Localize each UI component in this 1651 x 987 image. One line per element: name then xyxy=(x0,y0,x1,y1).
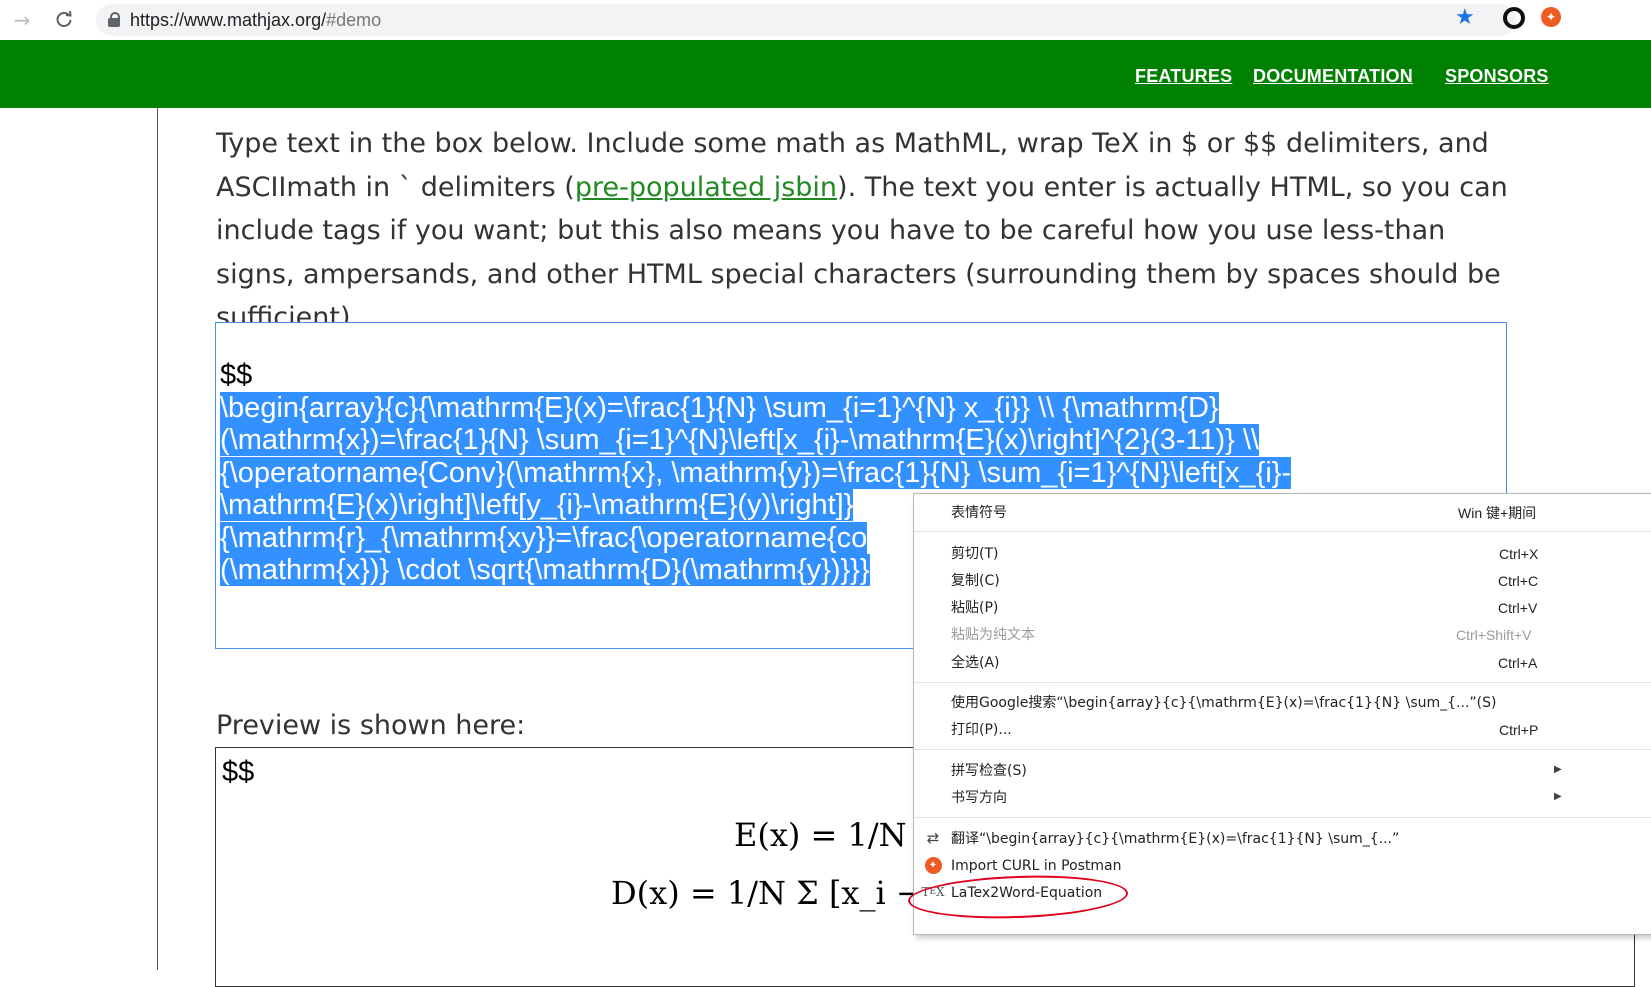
menu-item-postman[interactable]: Import CURL in Postman xyxy=(951,855,1122,877)
menu-item-writing-direction[interactable]: 书写方向 xyxy=(951,787,1007,809)
shortcut-cut: Ctrl+X xyxy=(1499,546,1539,562)
equation-expectation: E(x) = 1/N Σ xyxy=(734,816,940,854)
lock-icon xyxy=(108,12,120,27)
menu-separator xyxy=(914,682,1651,683)
menu-item-translate[interactable]: 翻译“\begin{array}{c}{\mathrm{E}(x)=\frac{… xyxy=(951,828,1399,850)
site-header: FEATURES DOCUMENTATION SPONSORS xyxy=(0,40,1651,108)
browser-toolbar: → https://www.mathjax.org/#demo ★ ✦ xyxy=(0,0,1651,41)
nav-features-link[interactable]: FEATURES xyxy=(1135,66,1232,87)
translate-icon: ⇄ xyxy=(926,829,940,847)
selected-line: (\mathrm{x})} \cdot \sqrt{\mathrm{D}(\ma… xyxy=(220,554,870,586)
menu-item-cut[interactable]: 剪切(T) xyxy=(951,543,998,565)
menu-item-copy[interactable]: 复制(C) xyxy=(951,570,1000,592)
shortcut-copy: Ctrl+C xyxy=(1498,573,1539,589)
intro-paragraph: Type text in the box below. Include some… xyxy=(216,128,1508,333)
shortcut-print: Ctrl+P xyxy=(1499,722,1539,738)
reload-icon[interactable] xyxy=(50,6,78,34)
shortcut-paste: Ctrl+V xyxy=(1498,600,1538,616)
shortcut-select-all: Ctrl+A xyxy=(1498,655,1538,671)
submenu-arrow-icon: ▶ xyxy=(1554,764,1562,775)
arrow-right-icon[interactable]: → xyxy=(8,6,36,34)
shortcut-paste-plain: Ctrl+Shift+V xyxy=(1456,627,1532,643)
nav-sponsors-link[interactable]: SPONSORS xyxy=(1445,66,1549,87)
star-icon[interactable]: ★ xyxy=(1455,5,1475,30)
menu-item-emoji[interactable]: 表情符号 xyxy=(951,502,1007,524)
extension-circle-icon[interactable] xyxy=(1503,7,1525,29)
selected-line: (\mathrm{x})=\frac{1}{N} \sum_{i=1}^{N}\… xyxy=(220,424,1259,456)
preview-dollar: $$ xyxy=(222,756,255,788)
address-bar[interactable]: https://www.mathjax.org/#demo xyxy=(96,4,1516,36)
submenu-arrow-icon: ▶ xyxy=(1554,791,1562,802)
tex-icon: TEX xyxy=(921,885,945,899)
postman-icon: ✦ xyxy=(923,855,943,875)
menu-item-latex2word[interactable]: LaTex2Word-Equation xyxy=(951,882,1102,904)
menu-item-paste[interactable]: 粘贴(P) xyxy=(951,597,998,619)
menu-item-spellcheck[interactable]: 拼写检查(S) xyxy=(951,760,1027,782)
menu-item-paste-plain[interactable]: 粘贴为纯文本 xyxy=(951,624,1035,646)
selected-line: \begin{array}{c}{\mathrm{E}(x)=\frac{1}{… xyxy=(220,391,1219,424)
shortcut-emoji: Win 键+期间 xyxy=(1458,505,1537,521)
menu-item-google-search[interactable]: 使用Google搜索“\begin{array}{c}{\mathrm{E}(x… xyxy=(951,692,1496,714)
postman-extension-icon[interactable]: ✦ xyxy=(1541,7,1561,27)
menu-separator xyxy=(914,817,1651,818)
content-border xyxy=(157,108,158,970)
menu-item-print[interactable]: 打印(P)... xyxy=(951,719,1012,741)
jsbin-link[interactable]: pre-populated jsbin xyxy=(575,172,837,203)
menu-item-select-all[interactable]: 全选(A) xyxy=(951,652,1000,674)
menu-separator xyxy=(914,749,1651,750)
selected-line: \mathrm{E}(x)\right]\left[y_{i}-\mathrm{… xyxy=(220,489,854,521)
selected-line: {\operatorname{Conv}(\mathrm{x}, \mathrm… xyxy=(220,456,1292,489)
url-text[interactable]: https://www.mathjax.org/#demo xyxy=(130,10,381,31)
preview-label: Preview is shown here: xyxy=(216,710,526,741)
editor-line: $$ xyxy=(220,359,253,391)
menu-separator xyxy=(914,531,1651,532)
selected-line: {\mathrm{r}_{\mathrm{xy}}=\frac{\operato… xyxy=(220,521,868,554)
equation-variance: D(x) = 1/N Σ [x_i − xyxy=(611,874,923,912)
context-menu: 表情符号 Win 键+期间 剪切(T) Ctrl+X 复制(C) Ctrl+C … xyxy=(913,493,1651,935)
nav-documentation-link[interactable]: DOCUMENTATION xyxy=(1253,66,1413,87)
